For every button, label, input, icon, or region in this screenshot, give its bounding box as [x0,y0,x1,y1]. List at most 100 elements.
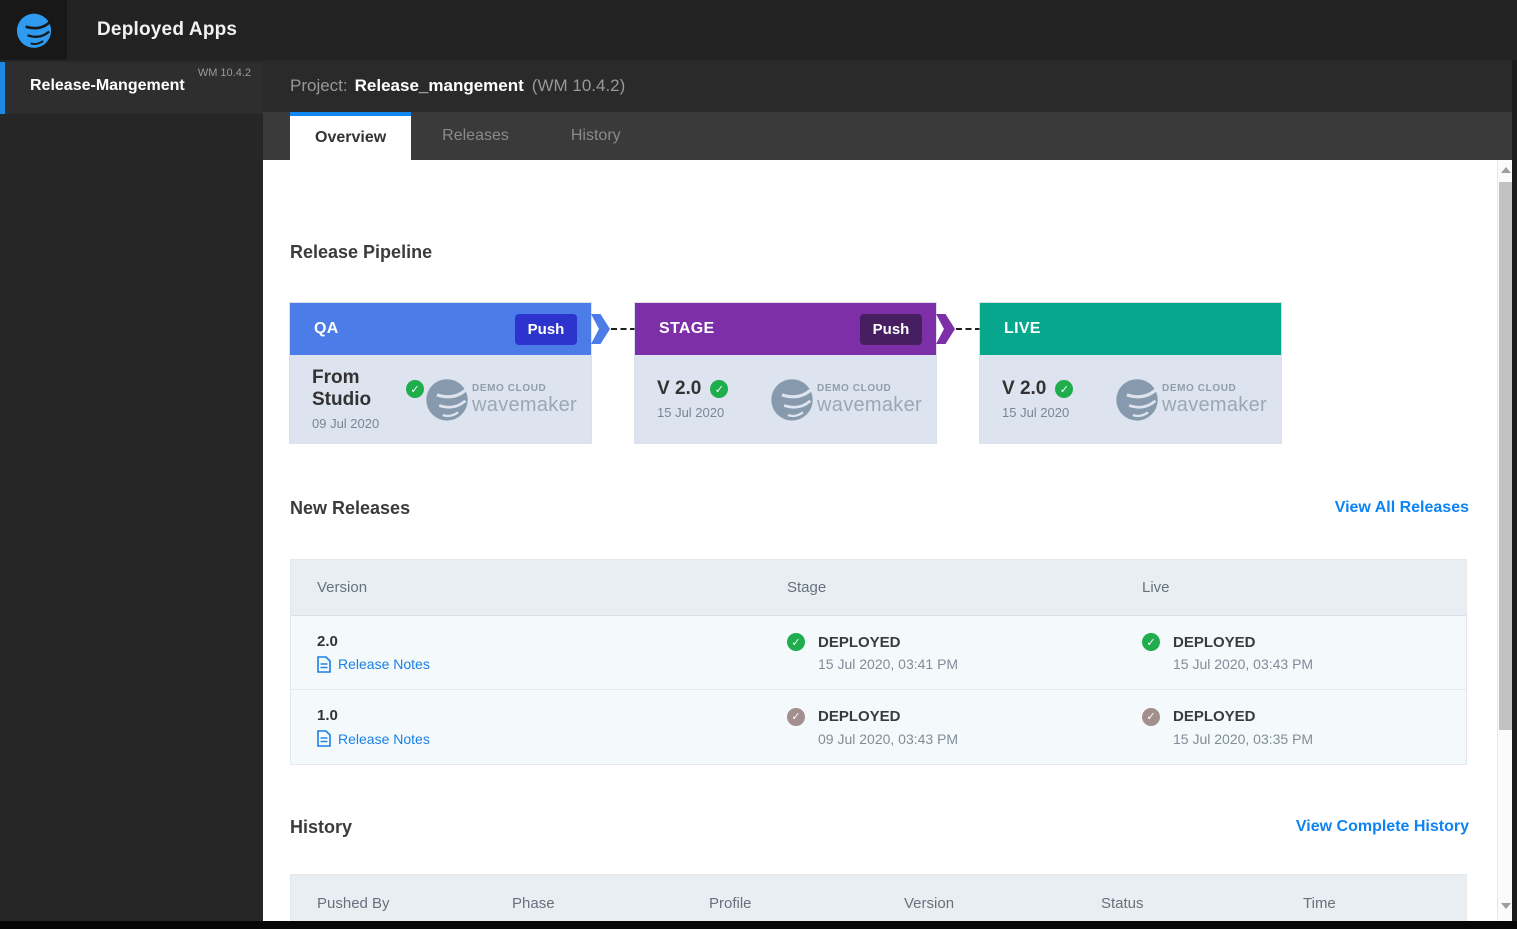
stage-status-check-icon: ✓ [787,633,805,651]
demo-cloud-label: DEMO CLOUD [472,382,547,394]
stage-date: 15 Jul 2020 [657,405,725,420]
wavemaker-label: wavemaker [472,393,577,416]
live-stage-name: LIVE [1004,320,1041,337]
stage-status: DEPLOYED [818,708,901,725]
topbar: Deployed Apps [0,0,1517,60]
column-version: Version [317,579,368,596]
stage-live-connector [956,328,981,330]
stage-push-button[interactable]: Push [860,313,922,345]
main-content: Release Pipeline QA Push From Studio ✓ 0… [263,160,1497,921]
pipeline-cards: QA Push From Studio ✓ 09 Jul 2020 DEMO C… [290,303,1281,443]
tab-releases[interactable]: Releases [411,112,540,160]
column-version: Version [904,894,955,912]
app-window: Deployed Apps WM 10.4.2 Release-Mangemen… [0,0,1517,929]
sidebar-item-release-management[interactable]: WM 10.4.2 Release-Mangement [0,62,263,114]
scrollbar-thumb[interactable] [1499,182,1512,730]
release-notes-link[interactable]: Release Notes [317,730,787,747]
release-version: 2.0 [317,632,338,650]
pipeline-card-qa: QA Push From Studio ✓ 09 Jul 2020 DEMO C… [290,303,636,443]
tab-history[interactable]: History [540,112,652,160]
column-profile: Profile [709,894,752,912]
tabs-bar: Overview Releases History [263,112,1517,160]
live-status: DEPLOYED [1173,708,1256,725]
stage-stage-name: STAGE [659,320,715,337]
tab-overview[interactable]: Overview [290,112,412,160]
wavemaker-wave-icon [771,379,814,421]
stage-status-check-icon: ✓ [787,707,805,726]
live-status-time: 15 Jul 2020, 03:43 PM [1173,656,1314,672]
live-date: 15 Jul 2020 [1002,405,1070,420]
live-version: V 2.0 [1002,378,1047,399]
history-title: History [290,817,353,837]
stage-card-body: V 2.0 ✓ 15 Jul 2020 DEMO CLOUD wavemaker [635,355,936,443]
window-right-edge [1512,60,1517,929]
live-status-check-icon: ✓ [1142,633,1160,651]
live-check-icon: ✓ [1055,380,1074,398]
app-title: Deployed Apps [97,19,238,40]
view-complete-history-link[interactable]: View Complete History [1296,818,1469,836]
new-releases-table: Version Stage Live 2.0 Release Notes ✓ D… [290,559,1467,765]
column-status: Status [1101,894,1144,912]
stage-status: DEPLOYED [818,633,901,651]
column-stage: Stage [787,579,827,596]
wavemaker-logo [0,0,67,60]
scroll-down-arrow-icon[interactable] [1501,903,1511,909]
stage-arrow-icon [936,314,955,344]
project-header: Project: Release_mangement (WM 10.4.2) [263,60,1517,112]
qa-check-icon: ✓ [406,380,425,398]
release-version: 1.0 [317,707,338,724]
live-card-body: V 2.0 ✓ 15 Jul 2020 DEMO CLOUD wavemaker [980,355,1281,443]
qa-card-body: From Studio ✓ 09 Jul 2020 DEMO CLOUD wav… [290,355,591,443]
table-row: 2.0 Release Notes ✓ DEPLOYED 15 Jul 2020… [291,616,1466,690]
stage-version: V 2.0 [657,378,702,399]
release-notes-label: Release Notes [338,730,430,747]
column-pushed-by: Pushed By [317,894,390,912]
live-status-check-icon: ✓ [1142,707,1160,726]
stage-check-icon: ✓ [710,380,729,398]
sidebar-item-label: Release-Mangement [30,77,185,94]
project-name: Release_mangement [354,76,524,95]
pipeline-card-live: LIVE V 2.0 ✓ 15 Jul 2020 DEMO CLOUD wave… [980,303,1281,443]
vertical-scrollbar [1497,160,1512,921]
history-table-header: Pushed By Phase Profile Version Status T… [291,875,1466,921]
wavemaker-wave-icon [1116,379,1159,421]
release-notes-link[interactable]: Release Notes [317,655,787,673]
table-row: 1.0 Release Notes ✓ DEPLOYED 09 Jul 2020… [291,690,1466,764]
sidebar: WM 10.4.2 Release-Mangement [0,60,263,921]
document-icon [317,730,331,747]
new-releases-title: New Releases [290,498,411,518]
wavemaker-wave-icon [16,13,52,48]
stage-card-header: STAGE Push [635,303,981,355]
qa-card-header: QA Push [290,303,636,355]
qa-stage-connector [611,328,636,330]
demo-cloud-label: DEMO CLOUD [817,382,892,394]
wavemaker-wave-icon [426,379,469,421]
pipeline-card-stage: STAGE Push V 2.0 ✓ 15 Jul 2020 DEMO CLOU… [635,303,981,443]
document-icon [317,655,331,673]
live-status: DEPLOYED [1173,633,1256,651]
demo-cloud-logo: DEMO CLOUD wavemaker [1114,376,1267,422]
new-releases-table-header: Version Stage Live [291,560,1466,616]
demo-cloud-label: DEMO CLOUD [1162,382,1237,394]
demo-cloud-logo: DEMO CLOUD wavemaker [769,376,922,422]
release-notes-label: Release Notes [338,656,430,672]
column-time: Time [1303,894,1336,912]
qa-version: From Studio [312,367,372,410]
column-phase: Phase [512,894,555,912]
wavemaker-label: wavemaker [1162,393,1267,416]
qa-push-button[interactable]: Push [515,313,577,345]
project-label: Project: [290,76,348,95]
view-all-releases-link[interactable]: View All Releases [1335,499,1469,517]
history-table: Pushed By Phase Profile Version Status T… [290,874,1467,921]
live-status-time: 15 Jul 2020, 03:35 PM [1173,730,1314,747]
qa-date: 09 Jul 2020 [312,416,380,431]
stage-status-time: 09 Jul 2020, 03:43 PM [818,730,959,747]
scroll-up-arrow-icon[interactable] [1501,167,1511,173]
column-live: Live [1142,579,1170,596]
qa-arrow-icon [591,314,610,344]
release-pipeline-title: Release Pipeline [290,242,433,262]
project-version: (WM 10.4.2) [531,76,626,95]
qa-stage-name: QA [314,320,339,337]
live-card-header: LIVE [980,303,1281,355]
demo-cloud-logo: DEMO CLOUD wavemaker [424,376,577,422]
